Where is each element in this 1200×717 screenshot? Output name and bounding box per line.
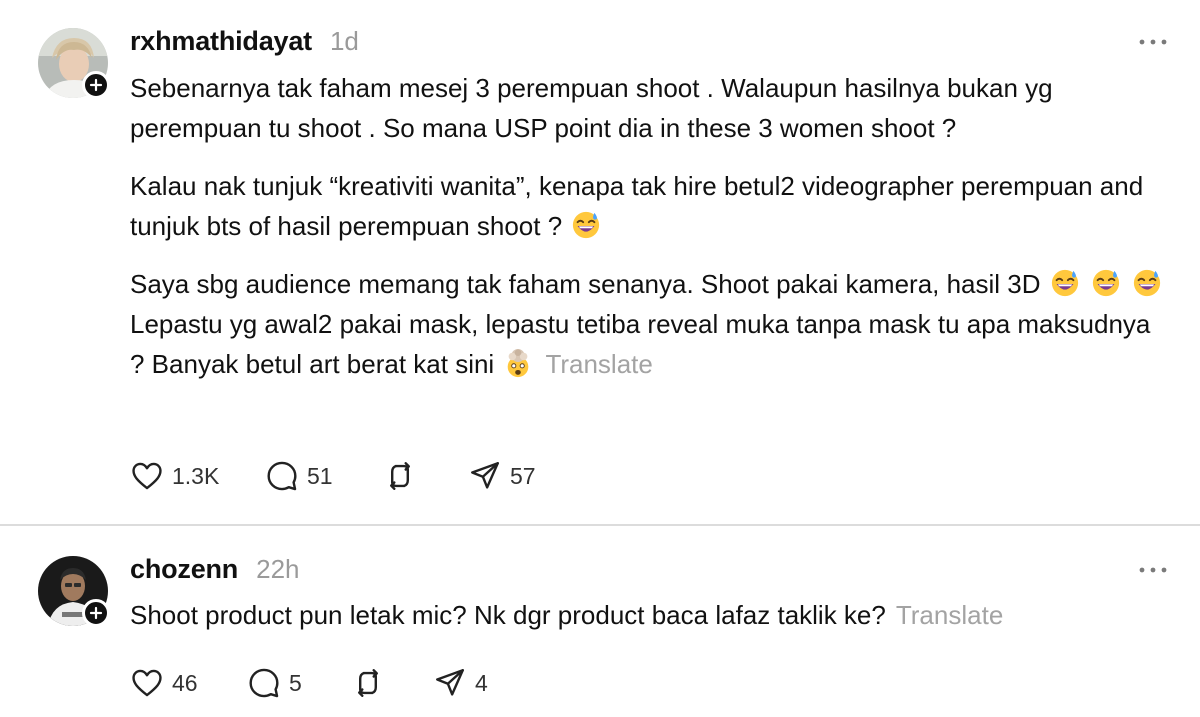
reply-button[interactable]: 5	[247, 666, 351, 700]
translate-link[interactable]: Translate	[545, 349, 652, 379]
share-count: 57	[510, 462, 536, 489]
reply-button[interactable]: 51	[265, 459, 383, 493]
repost-icon	[358, 669, 378, 697]
divider	[0, 524, 1200, 526]
follow-plus-icon[interactable]	[82, 71, 110, 99]
thread-reply-2: chozenn 22h Shoot product pun letak mic?…	[0, 527, 1200, 717]
post-paragraph: Shoot product pun letak mic? Nk dgr prod…	[130, 600, 1004, 630]
grinning-sweat-emoji	[1091, 268, 1121, 298]
repost-button[interactable]	[383, 459, 468, 493]
more-dots-icon	[1139, 39, 1167, 45]
share-count: 4	[475, 669, 488, 696]
reply-count: 5	[289, 669, 302, 696]
grinning-sweat-emoji	[1132, 268, 1162, 298]
post-body: Shoot product pun letak mic? Nk dgr prod…	[130, 595, 1170, 653]
exploding-head-emoji	[503, 348, 533, 378]
post-paragraph: Kalau nak tunjuk “kreativiti wanita”, ke…	[130, 171, 1144, 241]
post-header: rxhmathidayat 1d	[130, 26, 359, 57]
like-button[interactable]: 1.3K	[130, 459, 265, 493]
post-paragraph: Lepastu yg awal2 pakai mask, lepastu tet…	[130, 309, 1151, 379]
heart-icon	[132, 669, 162, 697]
repost-button[interactable]	[351, 666, 433, 700]
translate-link[interactable]: Translate	[896, 600, 1003, 630]
more-dots-icon	[1139, 567, 1167, 573]
more-options-button[interactable]	[1136, 30, 1170, 54]
reply-count: 51	[307, 462, 333, 489]
more-options-button[interactable]	[1136, 558, 1170, 582]
timestamp: 1d	[329, 26, 359, 56]
grinning-sweat-emoji	[571, 210, 601, 240]
thread-reply-1: rxhmathidayat 1d Sebenarnya tak faham me…	[0, 0, 1200, 525]
follow-plus-icon[interactable]	[82, 599, 110, 627]
repost-icon	[390, 462, 410, 490]
post-body: Sebenarnya tak faham mesej 3 perempuan s…	[130, 68, 1170, 402]
send-icon	[436, 669, 464, 696]
comment-bubble-icon	[267, 461, 297, 491]
like-count: 46	[172, 669, 198, 696]
comment-bubble-icon	[249, 668, 279, 698]
post-header: chozenn 22h	[130, 554, 300, 585]
timestamp: 22h	[256, 554, 300, 584]
like-button[interactable]: 46	[130, 666, 247, 700]
action-bar: 1.3K 51 57	[130, 456, 536, 496]
like-count: 1.3K	[172, 462, 220, 489]
share-button[interactable]: 4	[433, 666, 488, 700]
send-icon	[471, 462, 499, 489]
grinning-sweat-emoji	[1050, 268, 1080, 298]
heart-icon	[132, 462, 162, 490]
share-button[interactable]: 57	[468, 459, 536, 493]
post-paragraph: Sebenarnya tak faham mesej 3 perempuan s…	[130, 73, 1053, 143]
username[interactable]: rxhmathidayat	[130, 26, 312, 57]
username[interactable]: chozenn	[130, 554, 238, 585]
action-bar: 46 5 4	[130, 663, 488, 703]
post-paragraph: Saya sbg audience memang tak faham senan…	[130, 264, 1170, 304]
